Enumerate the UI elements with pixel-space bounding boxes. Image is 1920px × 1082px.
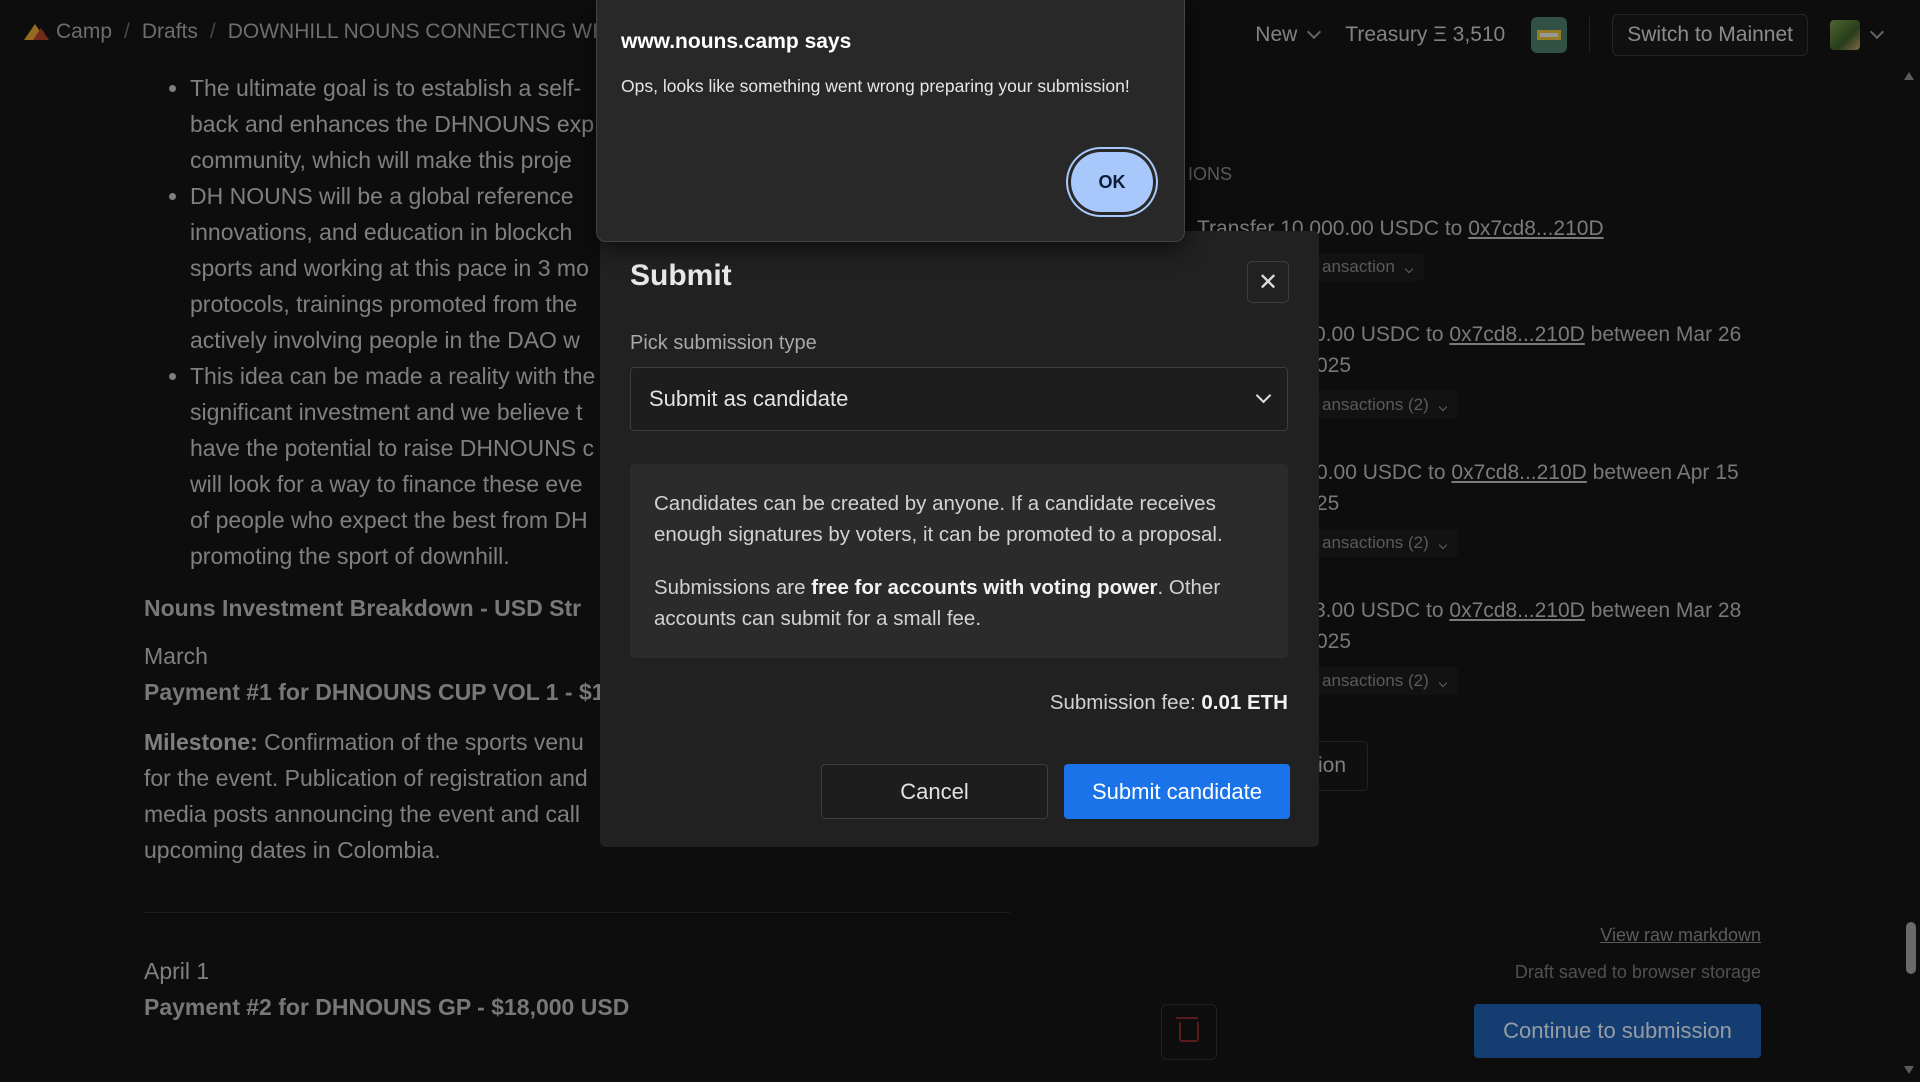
chevron-down-icon bbox=[1255, 387, 1272, 403]
fee-value: 0.01 ETH bbox=[1201, 691, 1288, 714]
submission-type-label: Pick submission type bbox=[630, 332, 817, 354]
submission-info-box: Candidates can be created by anyone. If … bbox=[630, 464, 1288, 658]
cancel-button[interactable]: Cancel bbox=[821, 764, 1048, 819]
alert-title: www.nouns.camp says bbox=[621, 30, 852, 53]
submission-fee: Submission fee: 0.01 ETH bbox=[1049, 691, 1288, 714]
browser-alert-dialog: www.nouns.camp says Ops, looks like some… bbox=[596, 0, 1185, 242]
submission-type-select[interactable]: Submit as candidate bbox=[630, 367, 1288, 431]
info-paragraph: Candidates can be created by anyone. If … bbox=[654, 492, 1223, 546]
info-paragraph: Submissions are free for accounts with v… bbox=[654, 576, 1221, 630]
submit-dialog: Submit ✕ Pick submission type Submit as … bbox=[600, 231, 1319, 847]
alert-ok-button[interactable]: OK bbox=[1071, 152, 1153, 212]
close-button[interactable]: ✕ bbox=[1247, 261, 1289, 303]
close-icon: ✕ bbox=[1257, 268, 1279, 296]
alert-message: Ops, looks like something went wrong pre… bbox=[621, 76, 1130, 96]
dialog-title: Submit bbox=[630, 259, 732, 292]
submit-candidate-button[interactable]: Submit candidate bbox=[1064, 764, 1290, 819]
selected-submission-type: Submit as candidate bbox=[649, 386, 849, 411]
